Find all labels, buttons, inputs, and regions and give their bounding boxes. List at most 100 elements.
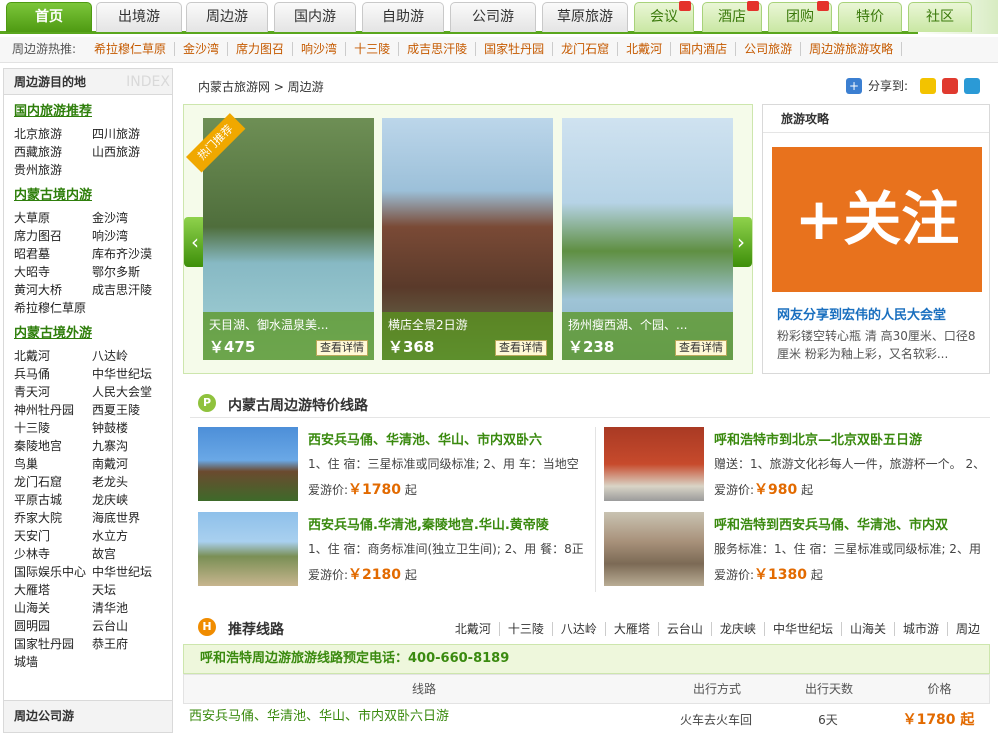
sidebar-link[interactable]: 青天河 bbox=[14, 383, 92, 401]
route-photo[interactable] bbox=[198, 427, 298, 501]
sidebar-link[interactable]: 少林寺 bbox=[14, 545, 92, 563]
view-details-button[interactable]: 查看详情 bbox=[316, 340, 368, 356]
slide-title[interactable]: 横店全景2日游 bbox=[388, 316, 547, 334]
nav-tab[interactable]: 周边游 bbox=[186, 2, 268, 32]
route-photo[interactable] bbox=[198, 512, 298, 586]
sidebar-link[interactable]: 黄河大桥 bbox=[14, 281, 92, 299]
recommend-tab[interactable]: 北戴河 bbox=[447, 622, 499, 636]
sidebar-link[interactable]: 北京旅游 bbox=[14, 125, 92, 143]
sidebar-link[interactable]: 云台山 bbox=[92, 617, 170, 635]
route-name[interactable]: 西安兵马俑、华清池、华山、市内双卧六 bbox=[308, 429, 583, 448]
sidebar-link[interactable]: 四川旅游 bbox=[92, 125, 170, 143]
sidebar-link[interactable]: 十三陵 bbox=[14, 419, 92, 437]
nav-tab[interactable]: 出境游 bbox=[96, 2, 182, 32]
sidebar-link[interactable]: 响沙湾 bbox=[92, 227, 170, 245]
hot-link[interactable]: 国家牡丹园 bbox=[476, 42, 554, 56]
sidebar-link[interactable]: 故宫 bbox=[92, 545, 170, 563]
sidebar-link[interactable]: 海底世界 bbox=[92, 509, 170, 527]
pengyou-icon[interactable] bbox=[964, 77, 981, 94]
nav-tab[interactable]: 国内游 bbox=[274, 2, 356, 32]
hot-link[interactable]: 国内酒店 bbox=[671, 42, 737, 56]
sidebar-link[interactable]: 九寨沟 bbox=[92, 437, 170, 455]
recommend-tab[interactable]: 山海关 bbox=[840, 622, 894, 636]
sidebar-link[interactable]: 山西旅游 bbox=[92, 143, 170, 161]
nav-tab[interactable]: 首页 bbox=[6, 2, 92, 32]
slide-title[interactable]: 扬州瘦西湖、个园、... bbox=[568, 316, 727, 334]
sidebar-link[interactable]: 天安门 bbox=[14, 527, 92, 545]
sidebar-link[interactable]: 钟鼓楼 bbox=[92, 419, 170, 437]
sidebar-section-title[interactable]: 内蒙古境内游 bbox=[14, 183, 172, 209]
route-name[interactable]: 西安兵马俑.华清池,秦陵地宫.华山.黄帝陵 bbox=[308, 514, 583, 533]
sidebar-footer[interactable]: 周边公司游 bbox=[4, 700, 172, 732]
sidebar-link[interactable]: 秦陵地宫 bbox=[14, 437, 92, 455]
nav-tab[interactable]: 会议 bbox=[634, 1, 694, 32]
route-photo[interactable] bbox=[604, 427, 704, 501]
sidebar-link[interactable]: 鄂尔多斯 bbox=[92, 263, 170, 281]
sidebar-link[interactable]: 老龙头 bbox=[92, 473, 170, 491]
sidebar-link[interactable]: 鸟巢 bbox=[14, 455, 92, 473]
sidebar-link[interactable]: 西夏王陵 bbox=[92, 401, 170, 419]
sidebar-link[interactable]: 大草原 bbox=[14, 209, 92, 227]
hot-link[interactable]: 金沙湾 bbox=[175, 42, 229, 56]
sidebar-section-title[interactable]: 内蒙古境外游 bbox=[14, 321, 172, 347]
sidebar-link[interactable]: 乔家大院 bbox=[14, 509, 92, 527]
hot-link[interactable]: 北戴河 bbox=[618, 42, 672, 56]
view-details-button[interactable]: 查看详情 bbox=[675, 340, 727, 356]
slide-title[interactable]: 天目湖、御水温泉美... bbox=[209, 316, 368, 334]
sidebar-link[interactable]: 中华世纪坛 bbox=[92, 365, 170, 383]
sidebar-link[interactable]: 八达岭 bbox=[92, 347, 170, 365]
breadcrumb[interactable]: 内蒙古旅游网 > 周边游 bbox=[198, 78, 324, 95]
sidebar-link[interactable]: 山海关 bbox=[14, 599, 92, 617]
sidebar-link[interactable]: 国家牡丹园 bbox=[14, 635, 92, 653]
recommend-tab[interactable]: 云台山 bbox=[657, 622, 711, 636]
recommend-tab[interactable]: 龙庆峡 bbox=[710, 622, 764, 636]
sidebar-link[interactable]: 城墙 bbox=[14, 653, 92, 671]
view-details-button[interactable]: 查看详情 bbox=[495, 340, 547, 356]
sidebar-link[interactable]: 库布齐沙漠 bbox=[92, 245, 170, 263]
nav-tab[interactable]: 公司游 bbox=[450, 2, 536, 32]
follow-logo[interactable]: +关注 bbox=[772, 147, 982, 292]
hot-link[interactable]: 席力图召 bbox=[228, 42, 294, 56]
sidebar-link[interactable]: 大雁塔 bbox=[14, 581, 92, 599]
sidebar-link[interactable]: 席力图召 bbox=[14, 227, 92, 245]
next-arrow-icon[interactable]: › bbox=[730, 217, 752, 267]
row-route[interactable]: 西安兵马俑、华清池、华山、市内双卧六日游 bbox=[189, 704, 449, 730]
hot-link[interactable]: 龙门石窟 bbox=[553, 42, 619, 56]
nav-tab[interactable]: 特价 bbox=[838, 2, 902, 32]
sidebar-link[interactable]: 平原古城 bbox=[14, 491, 92, 509]
carousel-slide[interactable]: 天目湖、御水温泉美... ￥475 查看详情 bbox=[203, 118, 374, 360]
sidebar-link[interactable]: 成吉思汗陵 bbox=[92, 281, 170, 299]
nav-tab[interactable]: 团购 bbox=[768, 1, 832, 32]
sidebar-link[interactable]: 天坛 bbox=[92, 581, 170, 599]
sidebar-link[interactable]: 南戴河 bbox=[92, 455, 170, 473]
sidebar-link[interactable]: 贵州旅游 bbox=[14, 161, 92, 179]
sidebar-section-title[interactable]: 国内旅游推荐 bbox=[14, 99, 172, 125]
nav-tab[interactable]: 草原旅游 bbox=[542, 2, 628, 32]
weibo-icon[interactable] bbox=[942, 77, 959, 94]
sidebar-link[interactable]: 北戴河 bbox=[14, 347, 92, 365]
sidebar-link[interactable]: 昭君墓 bbox=[14, 245, 92, 263]
route-name[interactable]: 呼和浩特市到北京—北京双卧五日游 bbox=[714, 429, 989, 448]
carousel-slide[interactable]: 扬州瘦西湖、个园、... ￥238 查看详情 bbox=[562, 118, 733, 360]
recommend-tab[interactable]: 大雁塔 bbox=[604, 622, 658, 636]
sidebar-link[interactable]: 神州牡丹园 bbox=[14, 401, 92, 419]
sidebar-link[interactable]: 兵马俑 bbox=[14, 365, 92, 383]
sidebar-link[interactable]: 国际娱乐中心 bbox=[14, 563, 92, 581]
route-name[interactable]: 呼和浩特到西安兵马俑、华清池、市内双 bbox=[714, 514, 989, 533]
sidebar-link[interactable]: 龙门石窟 bbox=[14, 473, 92, 491]
sidebar-link[interactable]: 清华池 bbox=[92, 599, 170, 617]
recommend-tab[interactable]: 十三陵 bbox=[498, 622, 552, 636]
recommend-tab[interactable]: 八达岭 bbox=[551, 622, 605, 636]
nav-tab[interactable]: 酒店 bbox=[702, 1, 762, 32]
sidebar-link[interactable]: 人民大会堂 bbox=[92, 383, 170, 401]
nav-tab[interactable]: 社区 bbox=[908, 2, 972, 32]
sidebar-link[interactable]: 水立方 bbox=[92, 527, 170, 545]
sidebar-link[interactable]: 西藏旅游 bbox=[14, 143, 92, 161]
sidebar-link[interactable]: 中华世纪坛 bbox=[92, 563, 170, 581]
nav-tab[interactable]: 自助游 bbox=[362, 2, 444, 32]
sidebar-link[interactable]: 希拉穆仁草原 bbox=[14, 299, 92, 317]
hot-link[interactable]: 公司旅游 bbox=[736, 42, 802, 56]
sidebar-link[interactable]: 大昭寺 bbox=[14, 263, 92, 281]
hot-link[interactable]: 希拉穆仁草原 bbox=[86, 42, 176, 56]
qzone-icon[interactable] bbox=[920, 77, 937, 94]
